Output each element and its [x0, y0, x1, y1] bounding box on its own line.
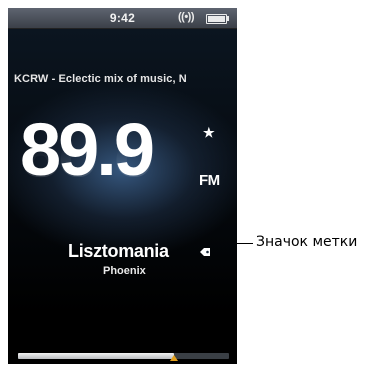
tag-mark-icon[interactable] — [199, 247, 211, 257]
device-screen: 9:42 ((•)) KCRW - Eclectic mix of music,… — [8, 8, 237, 364]
battery-tip — [227, 16, 229, 21]
status-time: 9:42 — [109, 11, 136, 25]
favorite-star-icon[interactable]: ★ — [203, 125, 215, 141]
station-ticker: KCRW - Eclectic mix of music, N — [14, 73, 187, 85]
tuner-fill — [18, 353, 174, 359]
frequency-display: 89.9 — [20, 108, 155, 191]
tuner-slider[interactable] — [18, 353, 229, 361]
status-bar: 9:42 ((•)) — [8, 8, 237, 29]
tuner-position-marker[interactable] — [170, 355, 178, 361]
band-label: FM — [199, 172, 220, 189]
artist-name: Phoenix — [103, 265, 146, 277]
song-title: Lisztomania — [68, 241, 169, 261]
radio-now-playing: KCRW - Eclectic mix of music, N 89.9 89.… — [8, 29, 237, 364]
broadcast-icon: ((•)) — [178, 11, 195, 23]
callout-label: Значок метки — [256, 234, 358, 250]
battery-icon — [206, 14, 227, 24]
callout-line — [237, 243, 253, 244]
